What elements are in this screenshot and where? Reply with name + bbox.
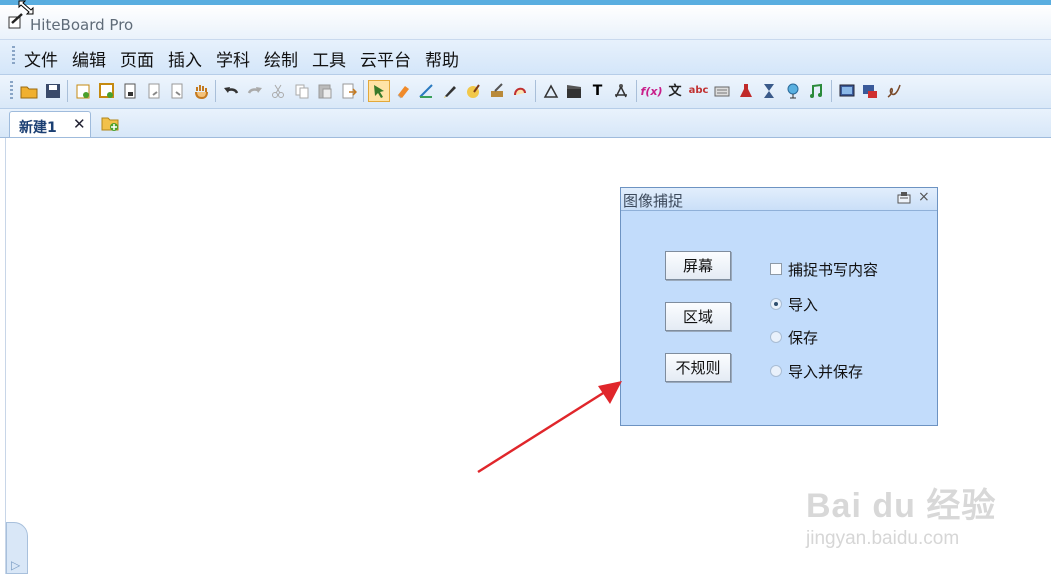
screen-capture-button[interactable]: 屏幕	[665, 251, 731, 280]
pen-icon[interactable]	[439, 80, 461, 102]
import-and-save-radio[interactable]	[770, 365, 782, 377]
import-and-save-option[interactable]: 导入并保存	[770, 361, 863, 381]
flask-icon[interactable]	[735, 80, 757, 102]
panel-close-icon[interactable]: ×	[918, 189, 930, 205]
import-option[interactable]: 导入	[770, 294, 818, 314]
ruler-pen-icon[interactable]	[415, 80, 437, 102]
record-icon[interactable]	[859, 80, 881, 102]
cut-icon[interactable]	[267, 80, 289, 102]
menu-cloud[interactable]: 云平台	[358, 46, 413, 71]
music-icon[interactable]	[805, 80, 827, 102]
add-page-icon[interactable]	[96, 80, 118, 102]
compass-icon[interactable]	[610, 80, 632, 102]
import-radio[interactable]	[770, 298, 782, 310]
page-prev-icon[interactable]	[143, 80, 165, 102]
pin-icon[interactable]	[897, 192, 911, 204]
menu-page[interactable]: 页面	[118, 46, 156, 71]
toolbar-separator	[67, 80, 68, 102]
text-icon[interactable]: T	[587, 80, 609, 102]
watermark-logo: Bai du 经验	[806, 487, 997, 525]
menu-tools[interactable]: 工具	[310, 46, 348, 71]
redo-icon[interactable]	[244, 80, 266, 102]
copy-icon[interactable]	[291, 80, 313, 102]
save-label: 保存	[788, 328, 819, 347]
toolbar-separator	[363, 80, 364, 102]
menu-grip[interactable]	[12, 46, 15, 66]
tab-bar: 新建1 ✕	[0, 109, 1051, 138]
globe-icon[interactable]	[782, 80, 804, 102]
undo-icon[interactable]	[220, 80, 242, 102]
select-icon[interactable]	[368, 80, 390, 102]
chinese-text-icon[interactable]: 文	[664, 80, 686, 102]
hourglass-icon[interactable]	[758, 80, 780, 102]
toolbar-separator	[534, 80, 536, 102]
brush-icon[interactable]	[462, 80, 484, 102]
toolbar-separator	[830, 80, 832, 102]
tool-bar: T f(x) 文 abc	[0, 75, 1051, 109]
new-page-icon[interactable]	[72, 80, 94, 102]
resize-cursor-icon	[18, 0, 34, 15]
menu-subject[interactable]: 学科	[214, 46, 252, 71]
toolbar-grip[interactable]	[10, 81, 13, 101]
menu-draw[interactable]: 绘制	[262, 46, 300, 71]
toolbar-separator	[215, 80, 216, 102]
new-tab-icon[interactable]	[101, 114, 119, 132]
import-and-save-label: 导入并保存	[788, 362, 864, 381]
toolbar-separator	[635, 80, 637, 102]
menu-items: 文件 编辑 页面 插入 学科 绘制 工具 云平台 帮助	[22, 46, 461, 71]
region-capture-button[interactable]: 区域	[665, 302, 731, 331]
page-export-icon[interactable]	[338, 80, 360, 102]
expand-arrow-icon: ▷	[11, 558, 21, 572]
save-icon[interactable]	[42, 80, 64, 102]
tab-label: 新建1	[19, 120, 57, 136]
shape-pen-icon[interactable]	[509, 80, 531, 102]
hand-icon[interactable]	[190, 80, 212, 102]
menu-bar: 文件 编辑 页面 插入 学科 绘制 工具 云平台 帮助	[0, 40, 1051, 75]
capture-writing-checkbox[interactable]	[770, 263, 782, 275]
triangle-icon[interactable]	[540, 80, 562, 102]
menu-insert[interactable]: 插入	[166, 46, 204, 71]
tab-document[interactable]: 新建1 ✕	[9, 111, 91, 137]
image-capture-panel: 图像捕捉 × 屏幕 区域 不规则 捕捉书写内容 导入 保存 导入并保存	[620, 187, 938, 426]
highlighter-icon[interactable]	[486, 80, 508, 102]
panel-header[interactable]: 图像捕捉 ×	[621, 188, 937, 211]
tab-close-icon[interactable]: ✕	[73, 115, 86, 133]
menu-file[interactable]: 文件	[22, 46, 60, 71]
abc-icon[interactable]: abc	[688, 80, 710, 102]
clapper-icon[interactable]	[563, 80, 585, 102]
signature-icon[interactable]	[883, 80, 905, 102]
app-title: HiteBoard Pro	[30, 16, 134, 34]
paste-icon[interactable]	[314, 80, 336, 102]
keyboard-icon[interactable]	[711, 80, 733, 102]
save-option[interactable]: 保存	[770, 327, 818, 347]
eraser-icon[interactable]	[392, 80, 414, 102]
save-radio[interactable]	[770, 331, 782, 343]
title-bar: HiteBoard Pro	[0, 5, 1051, 40]
capture-writing-option[interactable]: 捕捉书写内容	[770, 259, 878, 279]
screenshot-icon[interactable]	[836, 80, 858, 102]
menu-edit[interactable]: 编辑	[70, 46, 108, 71]
open-folder-icon[interactable]	[18, 80, 40, 102]
formula-icon[interactable]: f(x)	[641, 80, 663, 102]
irregular-capture-button[interactable]: 不规则	[665, 353, 731, 382]
panel-title: 图像捕捉	[623, 192, 684, 210]
watermark-url: jingyan.baidu.com	[806, 528, 960, 549]
annotation-arrow	[477, 381, 622, 474]
page-icon[interactable]	[119, 80, 141, 102]
side-panel-handle[interactable]: ▷	[6, 522, 28, 574]
capture-writing-label: 捕捉书写内容	[788, 260, 879, 279]
menu-help[interactable]: 帮助	[423, 46, 461, 71]
page-next-icon[interactable]	[166, 80, 188, 102]
import-label: 导入	[788, 295, 819, 314]
